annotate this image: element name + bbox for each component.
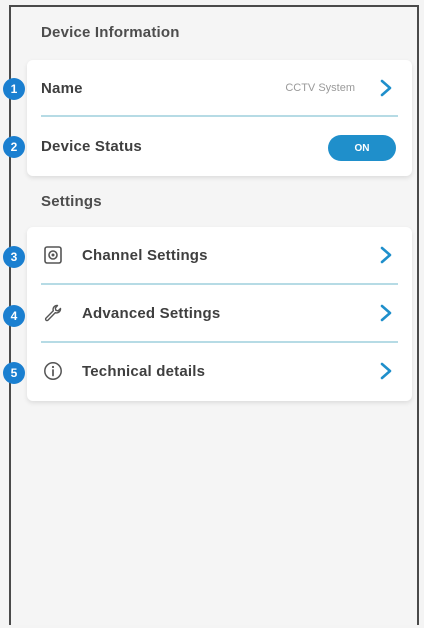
name-label: Name bbox=[41, 80, 83, 97]
device-status-label: Device Status bbox=[41, 138, 142, 155]
chevron-right-icon[interactable] bbox=[379, 362, 393, 380]
step-badge-4: 4 bbox=[3, 305, 25, 327]
step-badge-1: 1 bbox=[3, 78, 25, 100]
advanced-settings-label: Advanced Settings bbox=[82, 305, 221, 322]
device-info-card: Name CCTV System Device Status ON bbox=[27, 60, 412, 176]
chevron-right-icon[interactable] bbox=[379, 304, 393, 322]
channel-settings-label: Channel Settings bbox=[82, 247, 208, 264]
divider bbox=[41, 115, 398, 117]
chevron-right-icon[interactable] bbox=[379, 246, 393, 264]
step-badge-2: 2 bbox=[3, 136, 25, 158]
chevron-right-icon[interactable] bbox=[379, 79, 393, 97]
device-status-toggle[interactable]: ON bbox=[328, 135, 396, 161]
step-badge-5: 5 bbox=[3, 362, 25, 384]
device-status-row: Device Status ON bbox=[27, 118, 412, 176]
channel-icon bbox=[44, 246, 62, 264]
wrench-icon bbox=[44, 304, 62, 322]
name-value: CCTV System bbox=[285, 82, 355, 94]
technical-details-row[interactable]: Technical details bbox=[27, 343, 412, 401]
settings-card: Channel Settings Advanced Settings Techn… bbox=[27, 227, 412, 401]
channel-settings-row[interactable]: Channel Settings bbox=[27, 227, 412, 285]
name-row[interactable]: Name CCTV System bbox=[27, 60, 412, 118]
technical-details-label: Technical details bbox=[82, 363, 206, 380]
step-badge-3: 3 bbox=[3, 246, 25, 268]
advanced-settings-row[interactable]: Advanced Settings bbox=[27, 285, 412, 343]
info-icon bbox=[44, 362, 62, 380]
device-information-heading: Device Information bbox=[41, 24, 180, 41]
settings-heading: Settings bbox=[41, 193, 102, 210]
